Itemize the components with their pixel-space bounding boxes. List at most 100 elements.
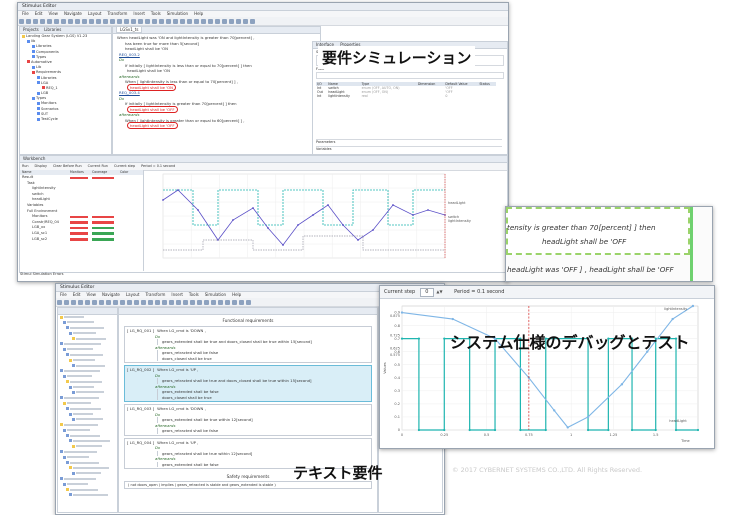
tab-libraries[interactable]: Libraries (44, 27, 61, 32)
toolbar-icon[interactable] (141, 299, 146, 305)
toolbar-icon[interactable] (54, 18, 59, 24)
toolbar-icon[interactable] (61, 18, 66, 24)
parameters-section[interactable]: Parameters (316, 139, 502, 144)
toolbar-icon[interactable] (99, 299, 104, 305)
toolbar-icon[interactable] (106, 299, 111, 305)
menu-item[interactable]: Layout (126, 292, 140, 297)
toolbar-icon[interactable] (243, 18, 248, 24)
toolbar-icon[interactable] (169, 299, 174, 305)
toolbar-icon[interactable] (19, 18, 24, 24)
toolbar-icon[interactable] (155, 299, 160, 305)
toolbar-icon[interactable] (85, 299, 90, 305)
toolbar-icon[interactable] (215, 18, 220, 24)
toolbar-icon[interactable] (162, 299, 167, 305)
toolbar-icon[interactable] (208, 18, 213, 24)
toolbar-icon[interactable] (71, 299, 76, 305)
toolbar-icon[interactable] (57, 299, 62, 305)
toolbar-icon[interactable] (89, 18, 94, 24)
menu-item[interactable]: Edit (35, 11, 43, 16)
menu-item[interactable]: Tools (189, 292, 199, 297)
workbench-control[interactable]: Display (35, 164, 48, 168)
toolbar-icon[interactable] (250, 18, 255, 24)
menu-item[interactable]: Navigate (64, 11, 82, 16)
toolbar-icon[interactable] (110, 18, 115, 24)
toolbar-icon[interactable] (176, 299, 181, 305)
toolbar-icon[interactable] (180, 18, 185, 24)
toolbar-icon[interactable] (211, 299, 216, 305)
workbench-item[interactable]: LGB_sc2 (20, 237, 143, 243)
toolbar-icon[interactable] (134, 299, 139, 305)
toolbar-icon[interactable] (190, 299, 195, 305)
toolbar-icon[interactable] (204, 299, 209, 305)
workbench-control[interactable]: Current step (114, 164, 135, 168)
workbench-control[interactable]: Clear Before Run (53, 164, 82, 168)
toolbar-icon[interactable] (222, 18, 227, 24)
toolbar-icon[interactable] (218, 299, 223, 305)
toolbar-icon[interactable] (197, 299, 202, 305)
toolbar-icon[interactable] (225, 299, 230, 305)
menu-item[interactable]: File (22, 11, 29, 16)
toolbar-icon[interactable] (78, 299, 83, 305)
toolbar-icon[interactable] (201, 18, 206, 24)
toolbar-icon[interactable] (138, 18, 143, 24)
menu-item[interactable]: Navigate (102, 292, 120, 297)
requirement-block[interactable]: [ LG_RQ_001 ] When LG_cmd is 'DOWN , Do gea… (124, 326, 372, 363)
toolbar-icon[interactable] (131, 18, 136, 24)
workbench-control[interactable]: Period = 0.1 second (141, 164, 175, 168)
menu-item[interactable]: Simulation (167, 11, 188, 16)
tree-item[interactable] (58, 493, 117, 498)
toolbar-icon[interactable] (166, 18, 171, 24)
toolbar-icon[interactable] (82, 18, 87, 24)
toolbar-icon[interactable] (64, 299, 69, 305)
menu-item[interactable]: Layout (88, 11, 102, 16)
toolbar-icon[interactable] (92, 299, 97, 305)
current-step-spinner[interactable]: 0 (419, 288, 434, 297)
menu-item[interactable]: Insert (133, 11, 144, 16)
toolbar-icon[interactable] (236, 18, 241, 24)
toolbar-icon[interactable] (26, 18, 31, 24)
toolbar-icon[interactable] (103, 18, 108, 24)
menu-item[interactable]: File (60, 292, 67, 297)
toolbar-icon[interactable] (152, 18, 157, 24)
menu-item[interactable]: Simulation (205, 292, 226, 297)
menu-item[interactable]: Insert (171, 292, 182, 297)
requirement-block[interactable]: [ LG_RQ_002 ] When LG_cmd is 'UP , Do gears… (124, 365, 372, 402)
toolbar-icon[interactable] (148, 299, 153, 305)
toolbar-icon[interactable] (145, 18, 150, 24)
toolbar-icon[interactable] (246, 299, 251, 305)
toolbar-icon[interactable] (232, 299, 237, 305)
requirement-block[interactable]: [ LG_RQ_003 ] When LG_cmd is 'DOWN , Do gea… (124, 404, 372, 436)
toolbar-icon[interactable] (40, 18, 45, 24)
toolbar-icon[interactable] (47, 18, 52, 24)
tab-projects[interactable]: Projects (23, 27, 39, 32)
toolbar-icon[interactable] (124, 18, 129, 24)
menu-item[interactable]: View (48, 11, 58, 16)
toolbar-icon[interactable] (187, 18, 192, 24)
workbench-control[interactable]: Run (22, 164, 29, 168)
menu-item[interactable]: Transform (108, 11, 128, 16)
menu-item[interactable]: Help (232, 292, 241, 297)
toolbar-icon[interactable] (239, 299, 244, 305)
toolbar-icon[interactable] (75, 18, 80, 24)
menu-item[interactable]: Edit (73, 292, 81, 297)
toolbar-icon[interactable] (68, 18, 73, 24)
interface-row[interactable]: Int lightIntensity real 0 (316, 94, 496, 98)
menu-item[interactable]: View (86, 292, 96, 297)
status-tab[interactable]: Stimul Simulation Errors (20, 272, 64, 276)
toolbar-icon[interactable] (194, 18, 199, 24)
toolbar-icon[interactable] (33, 18, 38, 24)
toolbar-icon[interactable] (96, 18, 101, 24)
menu-item[interactable]: Tools (151, 11, 161, 16)
menu-item[interactable]: Transform (146, 292, 166, 297)
toolbar-icon[interactable] (117, 18, 122, 24)
toolbar-icon[interactable] (159, 18, 164, 24)
toolbar-icon[interactable] (120, 299, 125, 305)
toolbar-icon[interactable] (113, 299, 118, 305)
toolbar-icon[interactable] (229, 18, 234, 24)
spinner-arrows-icon[interactable]: ▲▼ (436, 289, 442, 294)
filter-input[interactable] (316, 72, 504, 79)
workbench-control[interactable]: Current Run (88, 164, 108, 168)
variables-section[interactable]: Variables (316, 146, 502, 151)
editor-tab[interactable]: LGSv1_ts (116, 27, 143, 33)
toolbar-icon[interactable] (127, 299, 132, 305)
